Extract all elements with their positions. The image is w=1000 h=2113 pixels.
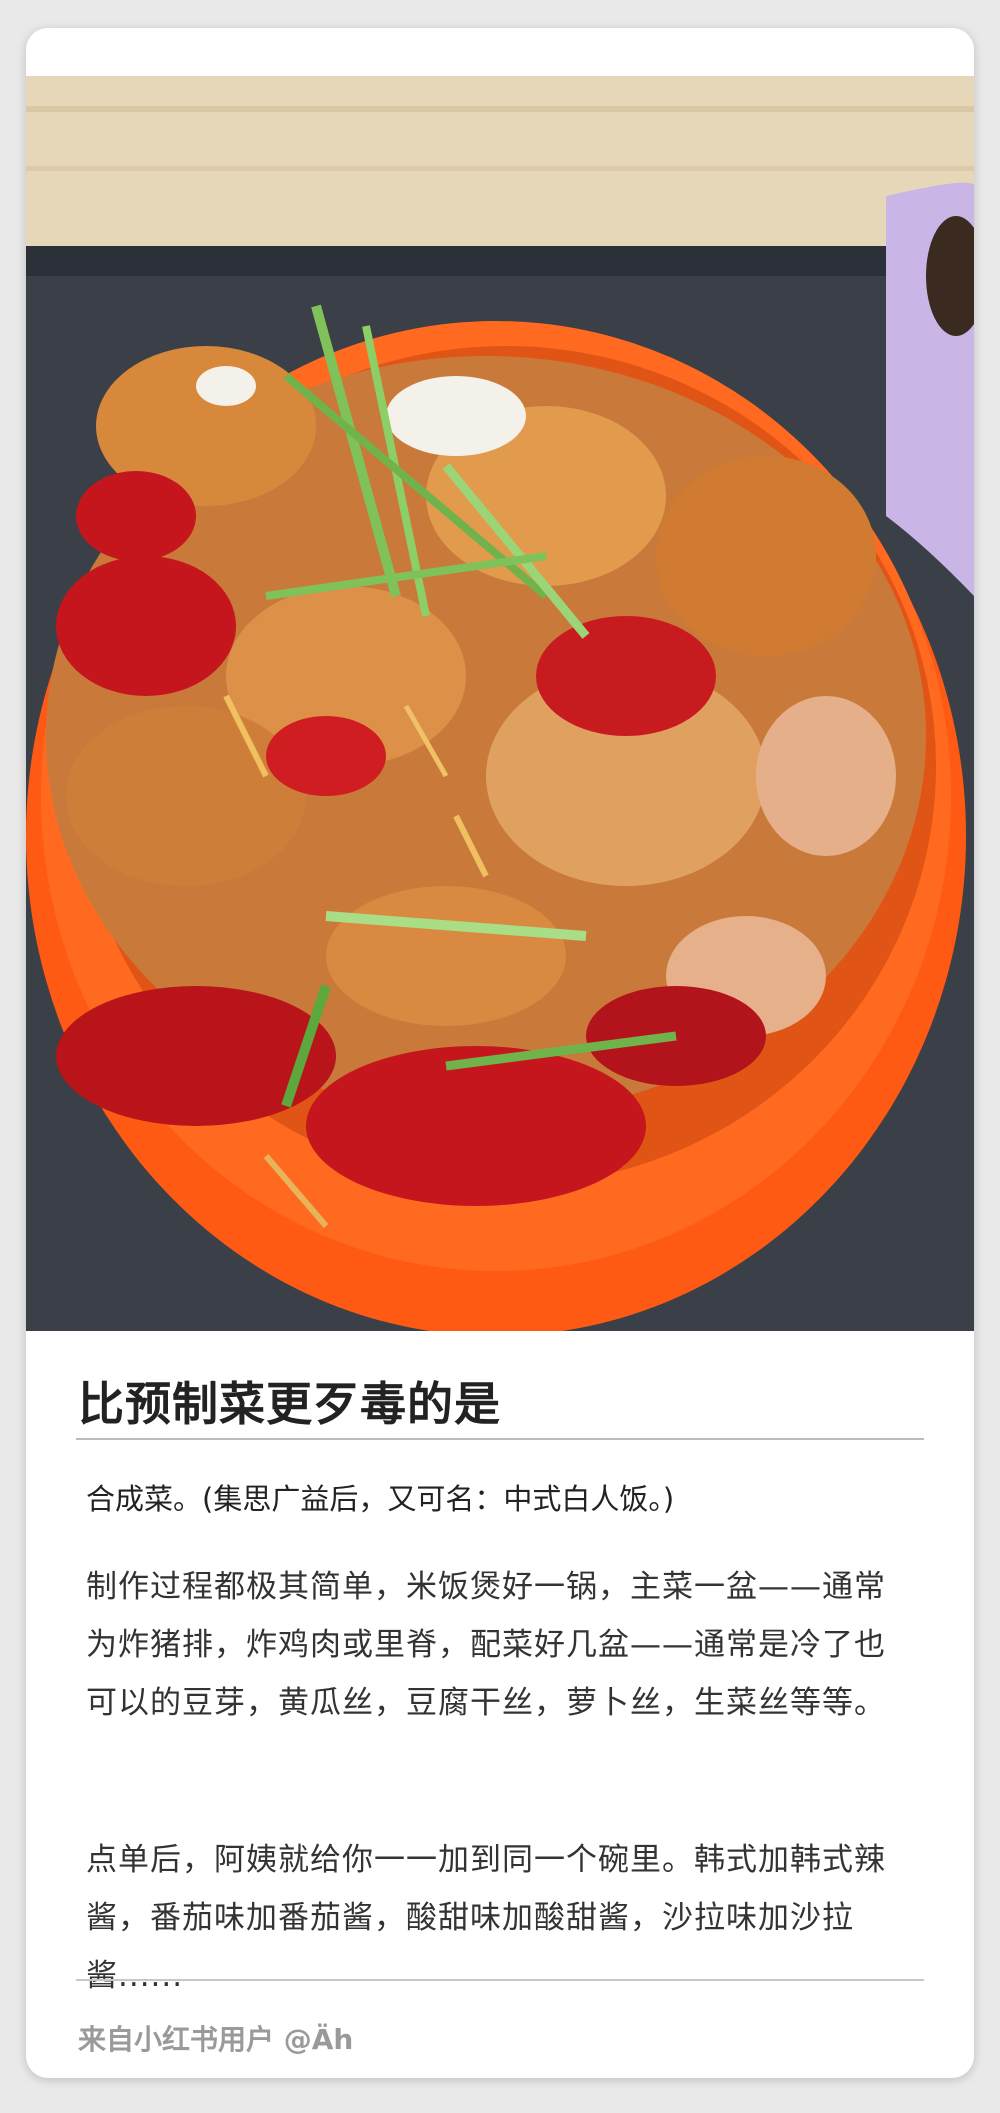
title-divider	[76, 1438, 924, 1440]
post-card: 比预制菜更歹毒的是 合成菜。(集思广益后，又可名：中式白人饭。) 制作过程都极其…	[26, 28, 974, 2078]
post-title: 比预制菜更歹毒的是	[78, 1377, 501, 1431]
post-source: 来自小红书用户 @Äh	[78, 2023, 354, 2056]
post-paragraph-1: 制作过程都极其简单，米饭煲好一锅，主菜一盆——通常为炸猪排，炸鸡肉或里脊，配菜好…	[86, 1569, 886, 1721]
footer-divider	[76, 1979, 924, 1981]
food-photo	[26, 76, 974, 1331]
post-subtitle: 合成菜。(集思广益后，又可名：中式白人饭。)	[86, 1482, 675, 1516]
